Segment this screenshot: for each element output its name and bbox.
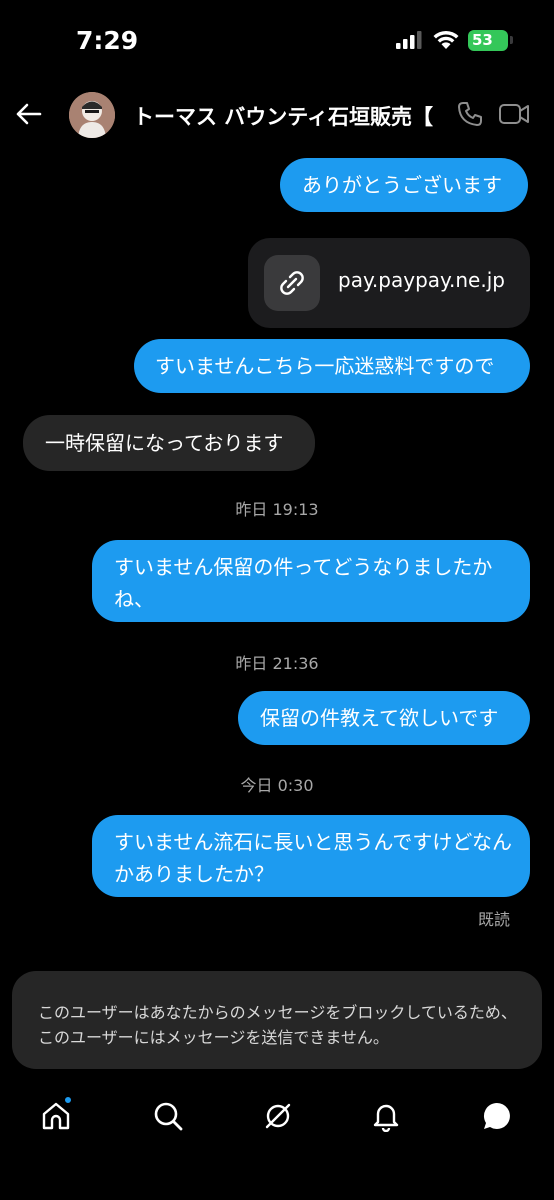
link-icon-box	[264, 255, 320, 311]
notifications-icon[interactable]	[370, 1100, 402, 1132]
read-receipt: 既読	[477, 910, 510, 929]
timestamp: 昨日 21:36	[235, 654, 319, 673]
message-incoming[interactable]: 一時保留になっております	[23, 415, 315, 471]
status-time: 7:29	[76, 26, 139, 55]
timestamp: 今日 0:30	[240, 776, 314, 795]
message-outgoing[interactable]: すいませんこちら一応迷惑料ですので	[134, 339, 530, 393]
back-arrow-icon[interactable]	[14, 100, 42, 128]
timestamp: 昨日 19:13	[235, 500, 319, 519]
message-outgoing[interactable]: すいません流石に長いと思うんですけどなんかありましたか？	[92, 815, 530, 897]
message-outgoing[interactable]: すいません保留の件ってどうなりましたかね、	[92, 540, 530, 622]
avatar-image	[69, 92, 115, 138]
phone-icon[interactable]	[456, 100, 484, 128]
message-outgoing[interactable]: 保留の件教えて欲しいです	[238, 691, 530, 745]
link-icon	[280, 271, 304, 295]
messages-icon[interactable]	[481, 1100, 513, 1132]
explore-icon[interactable]	[262, 1100, 294, 1132]
battery-cap	[510, 36, 513, 44]
home-notification-dot	[63, 1095, 73, 1105]
search-icon[interactable]	[152, 1100, 184, 1132]
blocked-notice: このユーザーはあなたからのメッセージをブロックしているため、このユーザーにはメッ…	[12, 971, 542, 1069]
avatar[interactable]	[69, 92, 115, 138]
link-url[interactable]: pay.paypay.ne.jp	[338, 268, 505, 292]
video-call-icon[interactable]	[498, 100, 530, 128]
battery-level: 53	[468, 30, 508, 51]
chat-title[interactable]: トーマス バウンティ石垣販売【...	[133, 101, 433, 131]
cellular-signal-icon	[396, 31, 422, 49]
message-outgoing[interactable]: ありがとうございます	[280, 158, 528, 212]
wifi-icon	[433, 30, 459, 49]
